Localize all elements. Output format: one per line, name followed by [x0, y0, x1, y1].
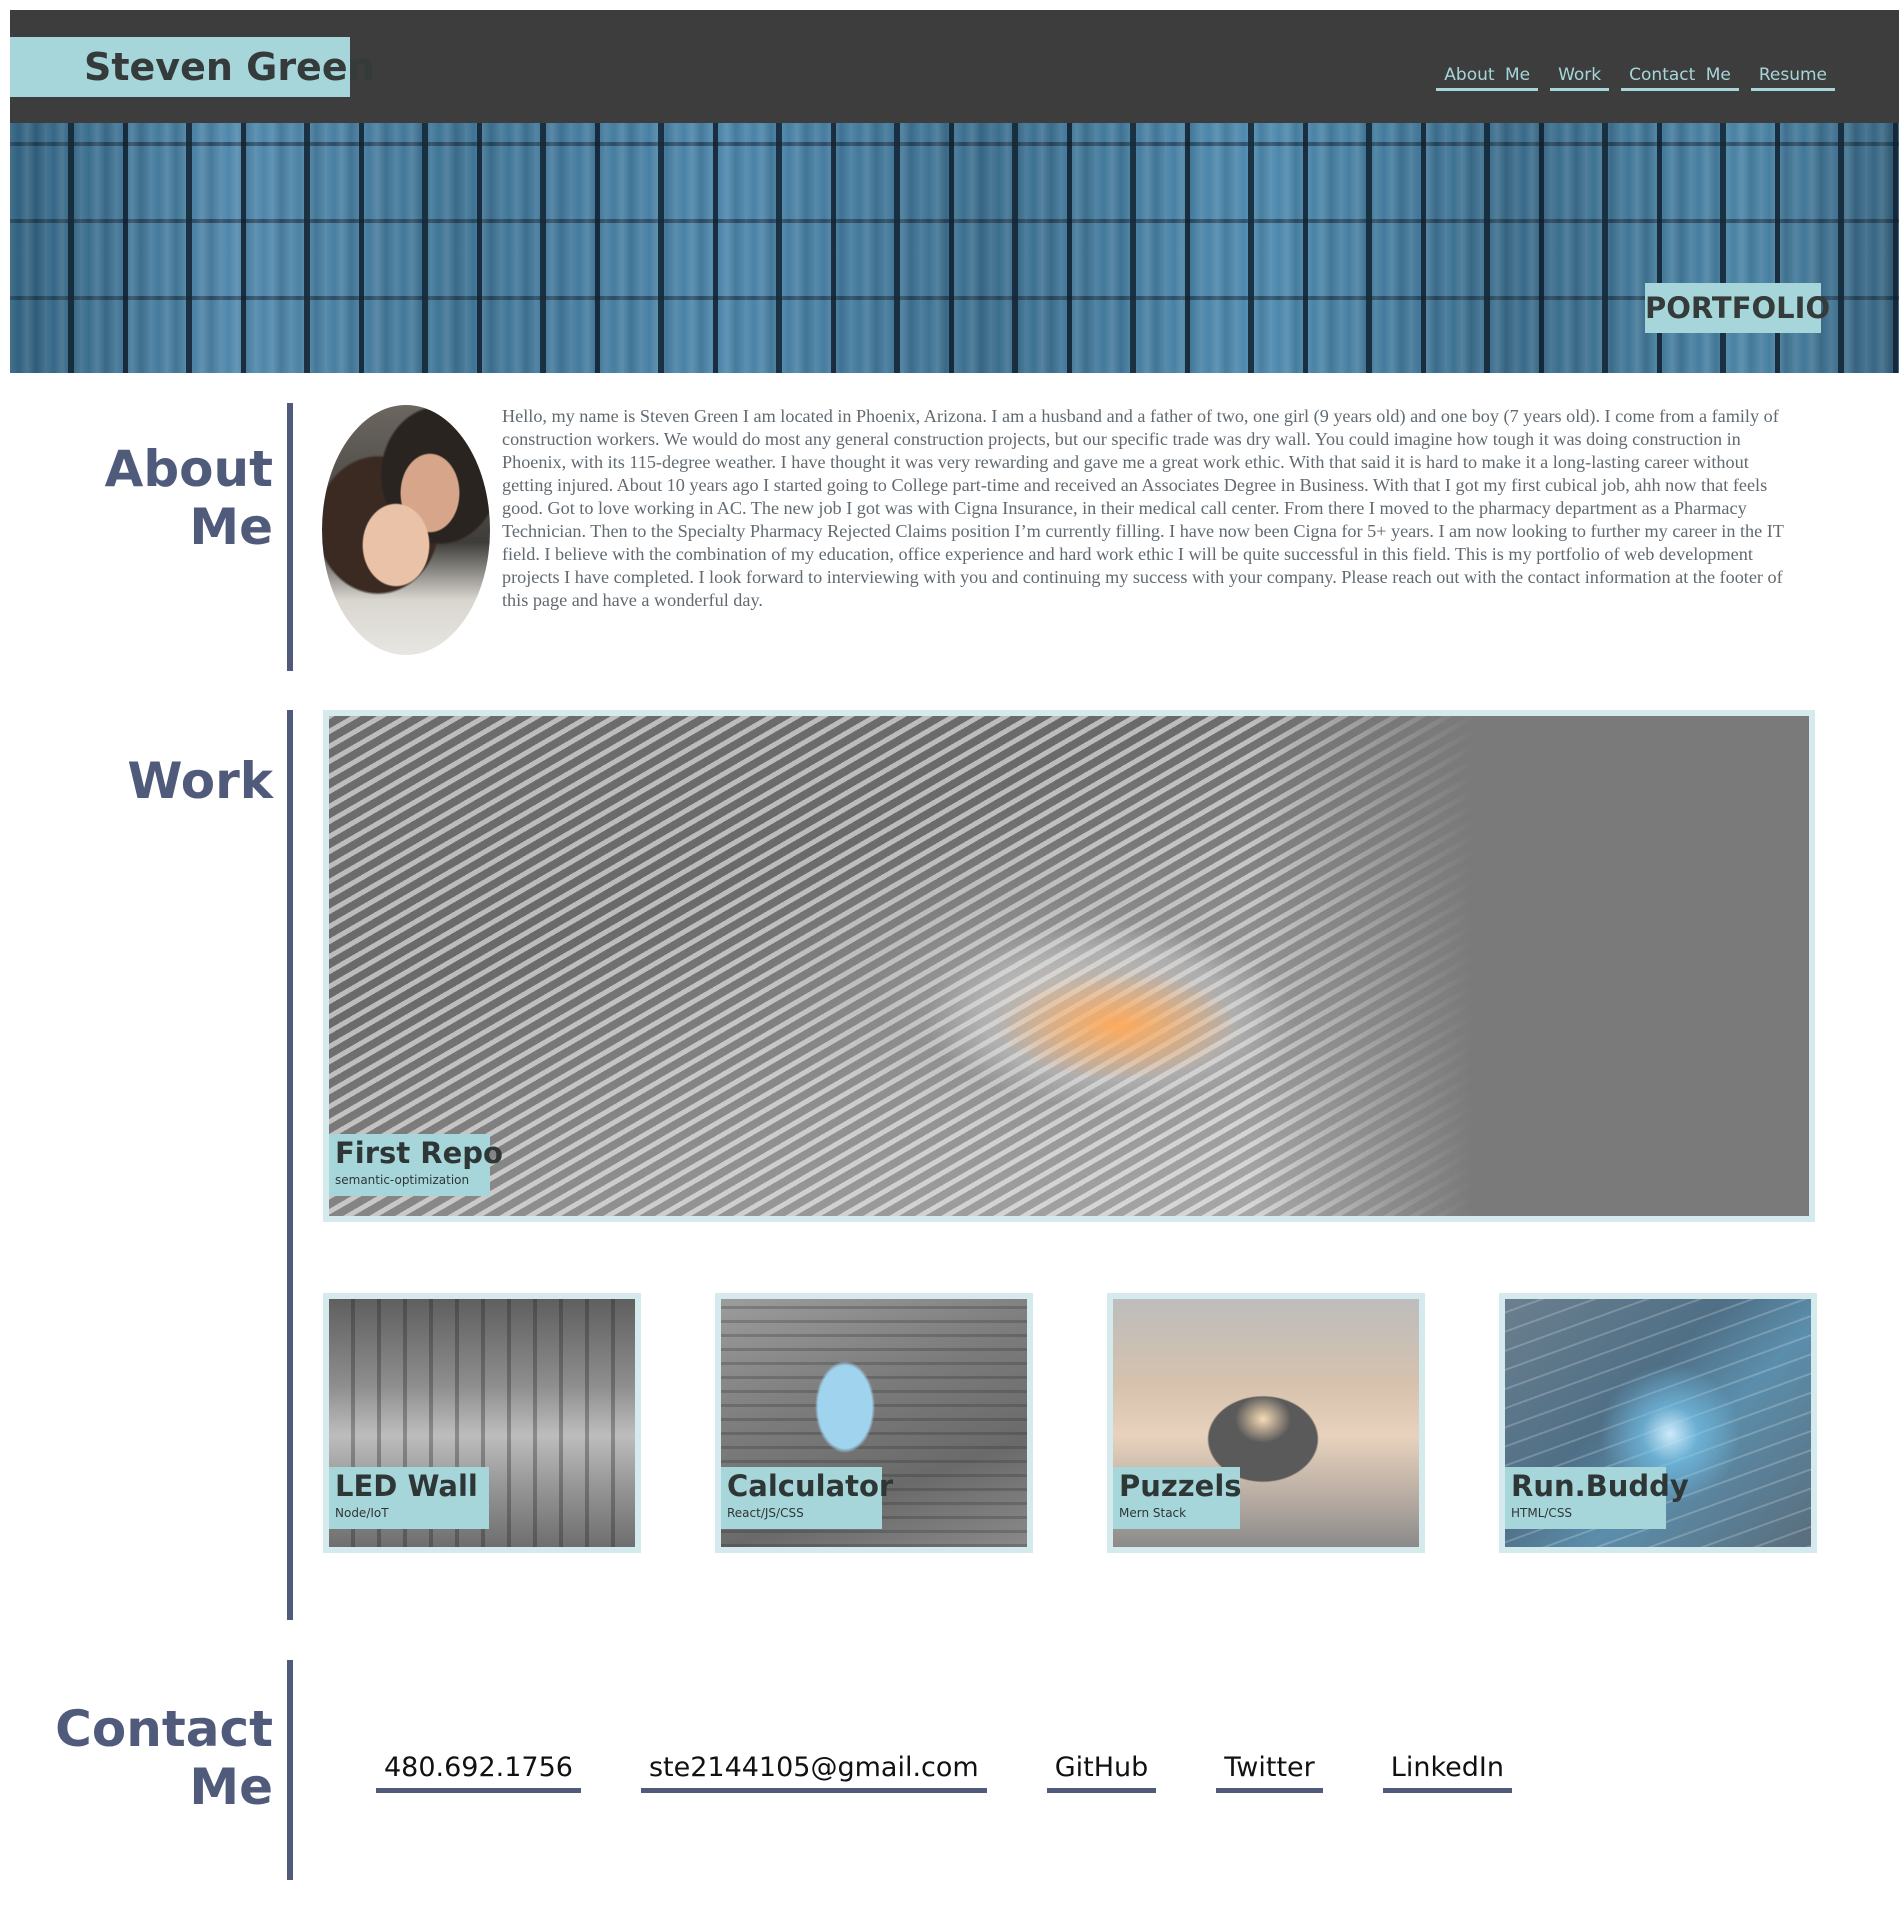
project-card-puzzels[interactable]: Puzzels Mern Stack [1107, 1293, 1425, 1553]
hero-banner-image: PORTFOLIO [10, 123, 1899, 373]
project-card-calculator[interactable]: Calculator React/JS/CSS [715, 1293, 1033, 1553]
project-title: Calculator [727, 1469, 894, 1503]
project-subtitle: Node/IoT [335, 1506, 389, 1520]
about-bio: Hello, my name is Steven Green I am loca… [502, 406, 1784, 610]
project-title: LED Wall [335, 1469, 478, 1503]
github-link[interactable]: GitHub [1046, 1748, 1157, 1793]
twitter-link[interactable]: Twitter [1216, 1748, 1323, 1793]
project-title: Run.Buddy [1511, 1469, 1689, 1503]
nav-contact-me[interactable]: Contact Me [1621, 62, 1739, 91]
featured-project-label: First Repo semantic-optimization [329, 1134, 503, 1196]
project-label: LED Wall Node/IoT [329, 1467, 489, 1529]
project-card-led-wall[interactable]: LED Wall Node/IoT [323, 1293, 641, 1553]
phone-link[interactable]: 480.692.1756 [376, 1748, 581, 1793]
project-label: Run.Buddy HTML/CSS [1505, 1467, 1689, 1529]
nav-about-me[interactable]: About Me [1436, 62, 1539, 91]
contact-divider [287, 1660, 293, 1880]
project-subtitle: Mern Stack [1119, 1506, 1187, 1520]
project-title: Puzzels [1119, 1469, 1242, 1503]
project-label: Calculator React/JS/CSS [721, 1467, 894, 1529]
profile-photo [322, 405, 490, 655]
about-title-line2: Me [189, 498, 273, 556]
project-subtitle: HTML/CSS [1511, 1506, 1573, 1520]
image-shade [1249, 716, 1809, 1216]
nav-resume[interactable]: Resume [1750, 62, 1835, 91]
email-link[interactable]: ste2144105@gmail.com [640, 1748, 987, 1793]
portfolio-tag: PORTFOLIO [1645, 283, 1830, 333]
site-brand[interactable]: Steven Green [10, 37, 375, 97]
about-section-title: About Me [33, 440, 273, 556]
contact-links: 480.692.1756 ste2144105@gmail.com GitHub… [376, 1748, 1512, 1793]
site-header: Steven Green About Me Work Contact Me Re… [10, 10, 1899, 123]
project-card-run-buddy[interactable]: Run.Buddy HTML/CSS [1499, 1293, 1817, 1553]
nav-work[interactable]: Work [1550, 62, 1610, 91]
contact-title-line1: Contact [55, 1700, 273, 1758]
about-divider [287, 403, 293, 671]
work-divider [287, 710, 293, 1620]
main-nav: About Me Work Contact Me Resume [1436, 62, 1835, 91]
project-subtitle: React/JS/CSS [727, 1506, 804, 1520]
project-title: First Repo [335, 1136, 503, 1170]
work-section-title: Work [127, 752, 273, 810]
about-title-line1: About [104, 440, 273, 498]
project-label: Puzzels Mern Stack [1113, 1467, 1242, 1529]
featured-project-card[interactable]: First Repo semantic-optimization [323, 710, 1815, 1222]
contact-title-line2: Me [189, 1758, 273, 1816]
contact-section-title: Contact Me [33, 1700, 273, 1816]
project-subtitle: semantic-optimization [335, 1173, 470, 1187]
linkedin-link[interactable]: LinkedIn [1382, 1748, 1512, 1793]
